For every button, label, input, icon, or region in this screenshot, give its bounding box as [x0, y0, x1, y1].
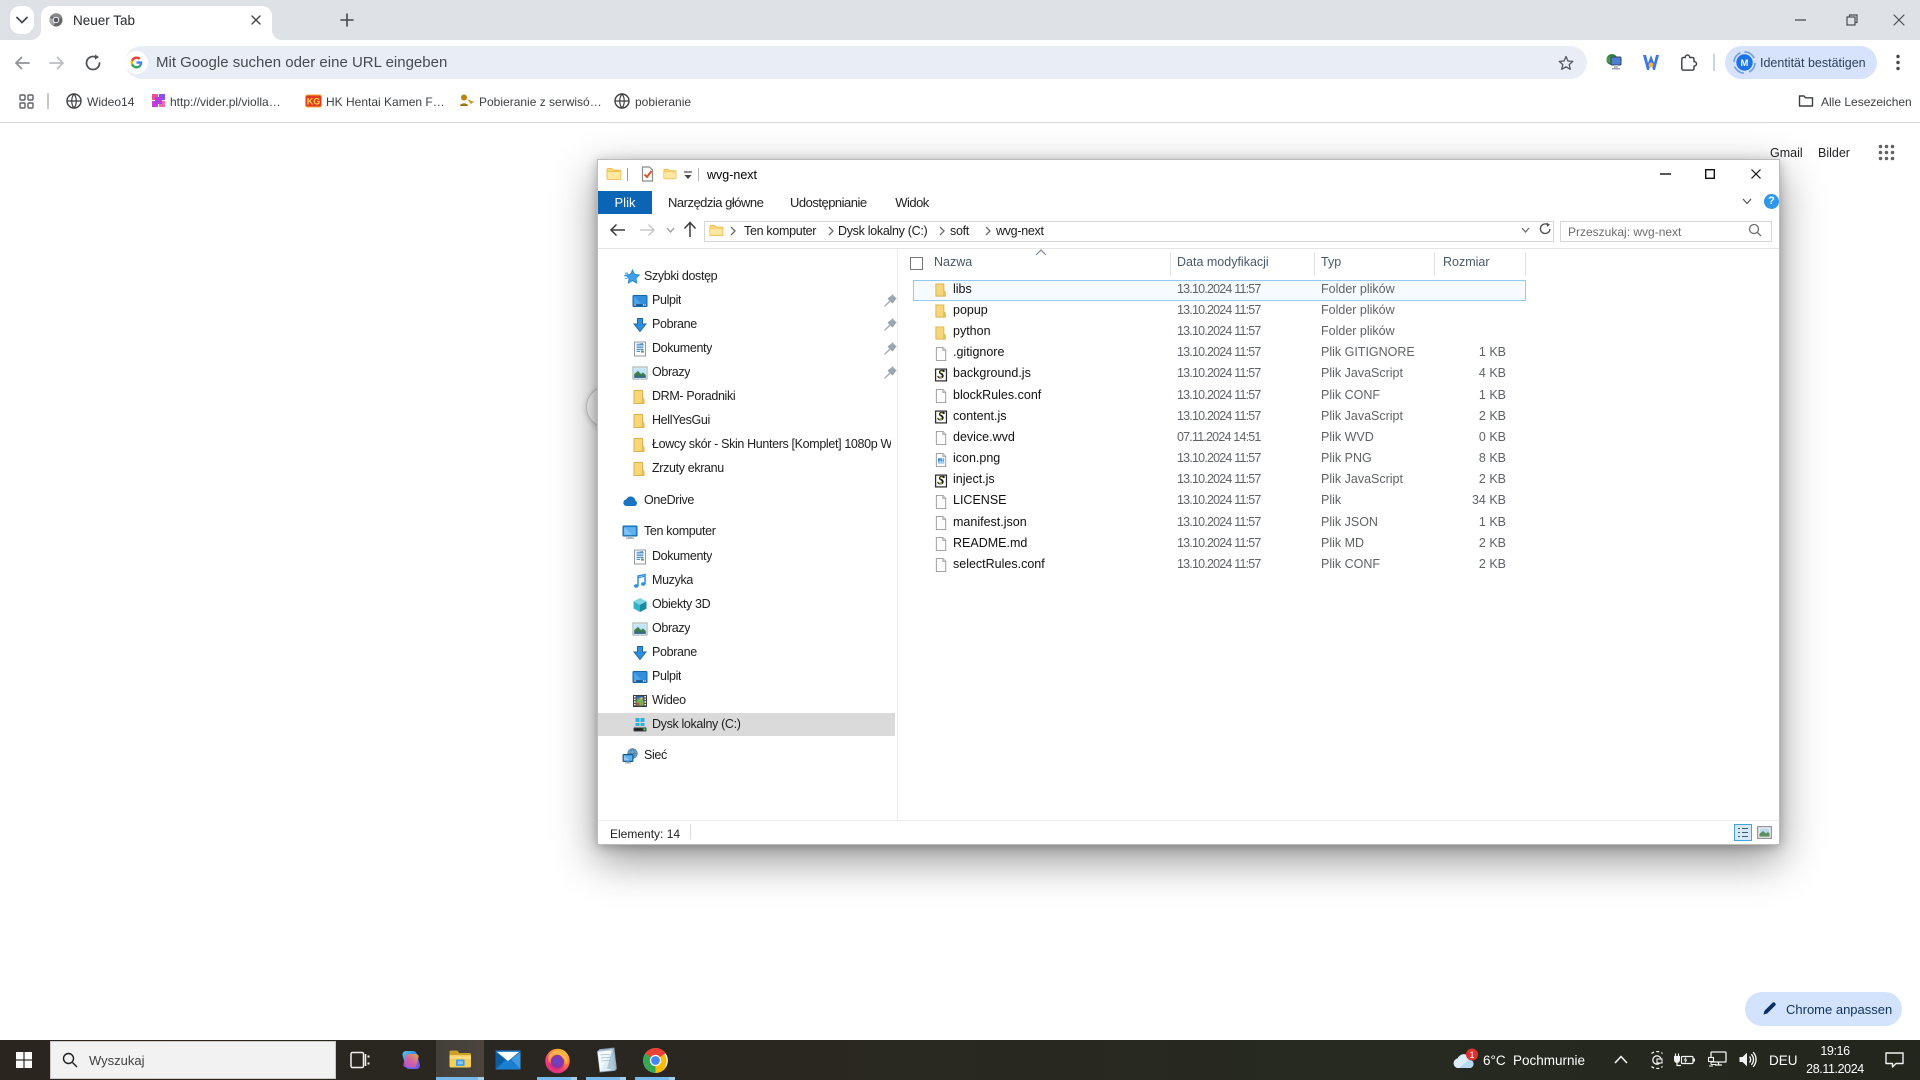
svg-text:1: 1: [1469, 1050, 1474, 1060]
svg-text:KG: KG: [307, 97, 321, 107]
svg-text:M: M: [1741, 58, 1749, 69]
